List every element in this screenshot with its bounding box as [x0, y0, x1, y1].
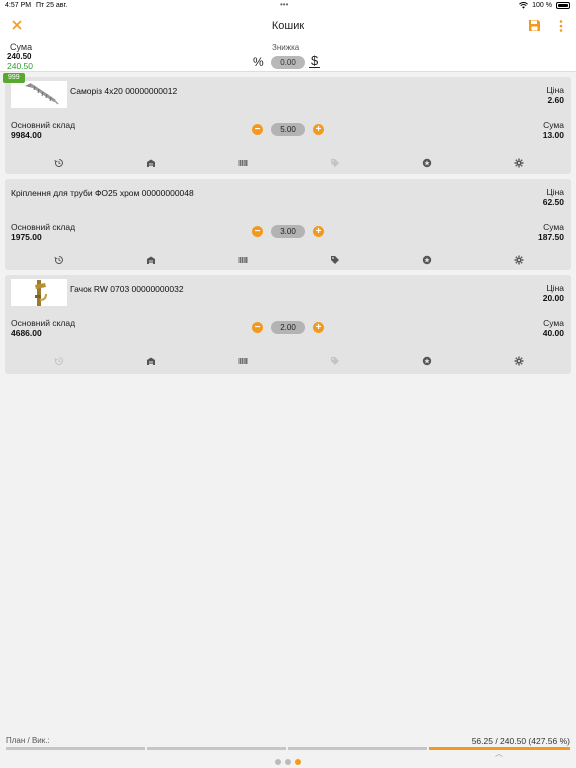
battery-icon [556, 2, 570, 9]
price-label: Ціна [546, 283, 564, 293]
history-icon[interactable] [54, 155, 64, 167]
barcode-icon[interactable] [238, 353, 248, 364]
cart-item-card[interactable]: Саморіз 4х20 00000000012 Ціна 2.60 Основний… [5, 77, 571, 174]
warehouse-label: Основний склад [11, 120, 76, 130]
history-icon[interactable] [54, 252, 64, 264]
item-name: Гачок RW 0703 00000000032 [70, 284, 184, 294]
increase-quantity-button[interactable]: + [313, 124, 324, 135]
warehouse-stock: 9984.00 [11, 130, 42, 140]
item-sum-value: 13.00 [542, 130, 564, 140]
gear-icon[interactable] [514, 252, 524, 265]
status-bar: 4:57 PM Пт 25 авг. ••• 100 % [0, 0, 576, 12]
amount-discount-button[interactable]: $ [308, 53, 321, 68]
page-dot-active[interactable] [295, 759, 301, 765]
star-icon[interactable] [422, 252, 432, 265]
warehouse-icon[interactable] [146, 353, 156, 365]
plan-value: 56.25 / 240.50 (427.56 %) [471, 736, 570, 746]
item-sum-value: 40.00 [542, 328, 564, 338]
warehouse-icon[interactable] [146, 252, 156, 264]
page-dot[interactable] [275, 759, 281, 765]
quantity-field[interactable]: 2.00 [271, 321, 305, 334]
cart-item-card[interactable]: Кріплення для труби ФО25 хром 0000000004… [5, 179, 571, 270]
tag-icon[interactable] [330, 353, 340, 365]
item-name: Кріплення для труби ФО25 хром 0000000004… [11, 188, 194, 198]
price-value: 62.50 [542, 197, 564, 207]
item-sum-label: Сума [543, 222, 564, 232]
warehouse-label: Основний склад [11, 222, 76, 232]
tag-icon[interactable] [330, 252, 340, 264]
battery-percent: 100 % [532, 2, 552, 9]
warehouse-stock: 4686.00 [11, 328, 42, 338]
price-label: Ціна [546, 85, 564, 95]
plan-segment [288, 747, 427, 750]
percent-discount-button[interactable]: % [253, 55, 264, 69]
barcode-icon[interactable] [238, 252, 248, 263]
gear-icon[interactable] [514, 155, 524, 168]
total-sum-value: 240.50 [7, 52, 32, 61]
warehouse-label: Основний склад [11, 318, 76, 328]
save-icon[interactable] [528, 19, 541, 32]
plan-segment [6, 747, 145, 750]
star-icon[interactable] [422, 155, 432, 168]
decrease-quantity-button[interactable]: − [252, 124, 263, 135]
status-time: 4:57 PM [5, 2, 32, 9]
warehouse-stock: 1975.00 [11, 232, 42, 242]
item-name: Саморіз 4х20 00000000012 [70, 86, 178, 96]
total-sum-discounted: 240.50 [7, 61, 33, 71]
screw-image[interactable] [11, 81, 67, 108]
count-badge: 999 [3, 73, 25, 83]
price-label: Ціна [546, 187, 564, 197]
price-value: 2.60 [547, 95, 564, 105]
increase-quantity-button[interactable]: + [313, 322, 324, 333]
item-sum-value: 187.50 [538, 232, 564, 242]
item-actions [5, 252, 571, 265]
nav-bar: Кошик [0, 12, 576, 42]
increase-quantity-button[interactable]: + [313, 226, 324, 237]
multitasking-dots[interactable]: ••• [280, 0, 288, 9]
decrease-quantity-button[interactable]: − [252, 322, 263, 333]
chevron-up-icon[interactable]: ︿ [495, 748, 503, 759]
item-sum-label: Сума [543, 120, 564, 130]
decrease-quantity-button[interactable]: − [252, 226, 263, 237]
gear-icon[interactable] [514, 353, 524, 366]
discount-input[interactable]: 0.00 [271, 56, 305, 69]
status-right: 100 % [519, 2, 570, 9]
tag-icon[interactable] [330, 155, 340, 167]
item-sum-label: Сума [543, 318, 564, 328]
status-date: Пт 25 авг. [36, 2, 68, 9]
page-dot[interactable] [285, 759, 291, 765]
page-title: Кошик [271, 20, 305, 32]
cart-summary: Сума 240.50 240.50 Знижка % 0.00 $ [0, 42, 576, 72]
quantity-field[interactable]: 5.00 [271, 123, 305, 136]
history-icon[interactable] [54, 353, 64, 365]
item-actions [5, 155, 571, 168]
price-value: 20.00 [542, 293, 564, 303]
star-icon[interactable] [422, 353, 432, 366]
discount-label: Знижка [272, 43, 300, 52]
item-actions [5, 353, 571, 366]
total-sum-label: Сума [10, 42, 33, 52]
hook-image[interactable] [11, 279, 67, 306]
more-vertical-icon[interactable] [556, 19, 566, 33]
plan-label: План / Вик.: [6, 736, 50, 745]
cart-item-card[interactable]: Гачок RW 0703 00000000032 Ціна 20.00 Основн… [5, 275, 571, 374]
plan-segment [147, 747, 286, 750]
wifi-icon [519, 2, 529, 9]
quantity-field[interactable]: 3.00 [271, 225, 305, 238]
barcode-icon[interactable] [238, 155, 248, 166]
warehouse-icon[interactable] [146, 155, 156, 167]
